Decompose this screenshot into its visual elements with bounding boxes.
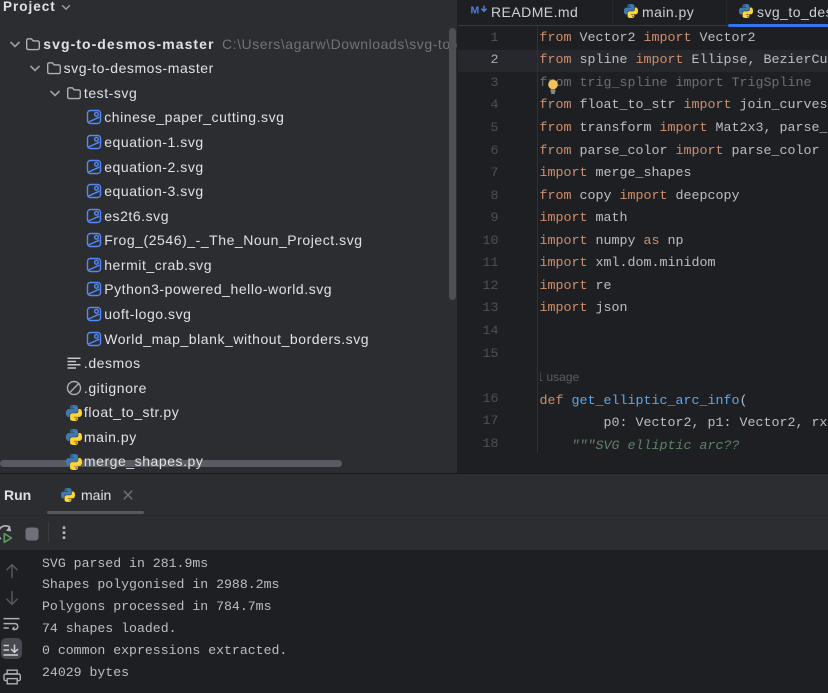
svg-text:M: M xyxy=(471,5,480,17)
